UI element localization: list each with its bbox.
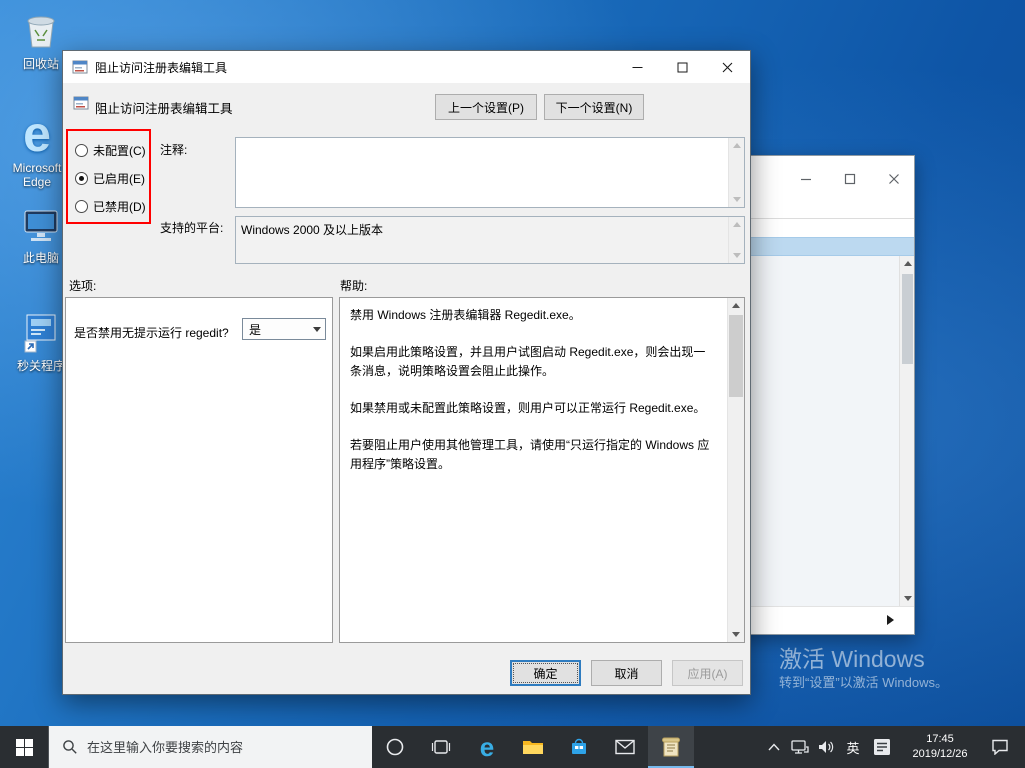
help-panel: 禁用 Windows 注册表编辑器 Regedit.exe。 如果启用此策略设置… xyxy=(339,297,745,643)
scroll-down-icon xyxy=(729,192,745,207)
edge-taskbar-icon[interactable]: e xyxy=(464,726,510,768)
comment-label: 注释: xyxy=(160,141,187,158)
option-question: 是否禁用无提示运行 regedit? xyxy=(74,324,229,341)
search-icon xyxy=(62,739,78,755)
annotation-highlight-box xyxy=(66,129,151,224)
policy-setting-dialog: 阻止访问注册表编辑工具 阻止访问注册表编辑工具 xyxy=(62,50,751,695)
scrollbar-thumb[interactable] xyxy=(902,274,913,364)
supported-on-value: Windows 2000 及以上版本 xyxy=(241,221,722,238)
supported-on-label: 支持的平台: xyxy=(160,219,223,236)
mail-icon[interactable] xyxy=(602,726,648,768)
file-explorer-icon[interactable] xyxy=(510,726,556,768)
volume-icon[interactable] xyxy=(813,726,839,768)
desktop-icon-label: Microsoft Edge xyxy=(6,161,68,190)
store-icon[interactable] xyxy=(556,726,602,768)
desktop: 回收站 e Microsoft Edge 此电脑 xyxy=(0,0,1025,768)
windows-logo-icon xyxy=(16,739,33,756)
previous-setting-button[interactable]: 上一个设置(P) xyxy=(435,94,537,120)
help-label: 帮助: xyxy=(340,277,367,294)
action-center-icon[interactable] xyxy=(983,726,1017,768)
recycle-bin-icon xyxy=(10,6,72,54)
ok-button[interactable]: 确定 xyxy=(510,660,581,686)
policy-setting-icon xyxy=(73,95,89,114)
edge-icon: e xyxy=(6,110,68,158)
apply-button: 应用(A) xyxy=(672,660,743,686)
scrollbar-thumb[interactable] xyxy=(729,315,743,397)
clock-time: 17:45 xyxy=(926,732,954,747)
taskbar-search[interactable] xyxy=(48,726,372,768)
dialog-titlebar[interactable]: 阻止访问注册表编辑工具 xyxy=(63,51,750,83)
group-policy-editor-taskbar-icon[interactable] xyxy=(648,726,694,768)
cortana-icon[interactable] xyxy=(372,726,418,768)
comment-textarea[interactable] xyxy=(235,137,745,208)
policy-window-icon xyxy=(72,59,88,75)
supported-on-textarea: Windows 2000 及以上版本 xyxy=(235,216,745,264)
scroll-up-icon xyxy=(729,217,745,232)
start-button[interactable] xyxy=(0,726,48,768)
minimize-icon[interactable] xyxy=(800,172,812,190)
scroll-right-icon[interactable] xyxy=(887,615,894,625)
cancel-button[interactable]: 取消 xyxy=(591,660,662,686)
maximize-icon[interactable] xyxy=(660,51,705,83)
scroll-down-icon xyxy=(729,248,745,263)
dropdown-selected-value: 是 xyxy=(243,321,308,338)
taskbar: e xyxy=(0,726,1025,768)
input-language-indicator[interactable]: 英 xyxy=(839,726,867,768)
policy-name: 阻止访问注册表编辑工具 xyxy=(95,98,233,117)
activate-windows-watermark: 激活 Windows xyxy=(779,640,925,674)
next-setting-button[interactable]: 下一个设置(N) xyxy=(544,94,644,120)
scroll-up-icon xyxy=(729,138,745,153)
desktop-icon-edge[interactable]: e Microsoft Edge xyxy=(6,110,68,190)
scrollbar-vertical[interactable] xyxy=(727,298,744,642)
activate-windows-watermark-sub: 转到“设置”以激活 Windows。 xyxy=(779,672,948,691)
system-tray: 英 17:45 2019/12/26 xyxy=(761,726,1025,768)
taskbar-apps: e xyxy=(372,726,694,768)
network-icon[interactable] xyxy=(787,726,813,768)
chevron-down-icon[interactable] xyxy=(308,319,325,339)
scroll-down-icon[interactable] xyxy=(728,627,744,642)
scroll-up-icon[interactable] xyxy=(728,298,744,313)
close-icon[interactable] xyxy=(888,172,900,190)
dialog-title: 阻止访问注册表编辑工具 xyxy=(95,59,227,76)
task-view-icon[interactable] xyxy=(418,726,464,768)
scroll-up-icon[interactable] xyxy=(900,256,916,271)
scrollbar-vertical[interactable] xyxy=(899,256,914,606)
chevron-up-icon[interactable] xyxy=(761,726,787,768)
maximize-icon[interactable] xyxy=(844,172,856,190)
ime-keyboard-icon[interactable] xyxy=(867,726,897,768)
options-panel: 是否禁用无提示运行 regedit? 是 xyxy=(65,297,333,643)
taskbar-clock[interactable]: 17:45 2019/12/26 xyxy=(897,726,983,768)
regedit-silent-run-dropdown[interactable]: 是 xyxy=(242,318,326,340)
scrollbar-vertical xyxy=(728,217,744,263)
scroll-down-icon[interactable] xyxy=(900,591,916,606)
help-text: 禁用 Windows 注册表编辑器 Regedit.exe。 如果启用此策略设置… xyxy=(340,298,726,642)
options-label: 选项: xyxy=(69,277,96,294)
close-icon[interactable] xyxy=(705,51,750,83)
clock-date: 2019/12/26 xyxy=(912,747,967,762)
minimize-icon[interactable] xyxy=(615,51,660,83)
scrollbar-vertical xyxy=(728,138,744,207)
search-input[interactable] xyxy=(78,726,372,768)
